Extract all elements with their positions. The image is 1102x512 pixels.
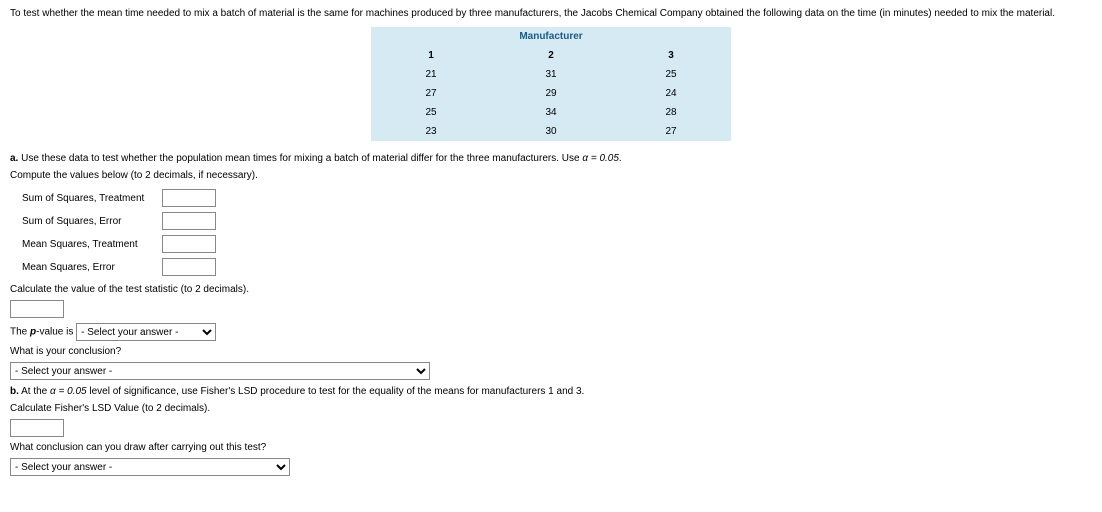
part-b-letter: b. <box>10 386 19 397</box>
cell: 25 <box>611 65 731 84</box>
compute-instruction: Compute the values below (to 2 decimals,… <box>10 170 1092 181</box>
part-b-prompt: b. At the α = 0.05 level of significance… <box>10 386 1092 397</box>
data-table-wrap: Manufacturer 1 2 3 21 31 25 27 29 24 25 … <box>10 27 1092 141</box>
input-ms-treatment[interactable] <box>162 235 216 253</box>
part-a-alpha: α = 0.05 <box>582 153 619 164</box>
lsd-instruction: Calculate Fisher's LSD Value (to 2 decim… <box>10 403 1092 414</box>
table-row: 23 30 27 <box>371 122 731 141</box>
cell: 31 <box>491 65 611 84</box>
cell: 21 <box>371 65 491 84</box>
conclusion-question: What is your conclusion? <box>10 346 1092 357</box>
table-row: 21 31 25 <box>371 65 731 84</box>
part-a-text: Use these data to test whether the popul… <box>18 153 582 164</box>
label-ss-treatment: Sum of Squares, Treatment <box>22 193 162 204</box>
cell: 23 <box>371 122 491 141</box>
cell: 27 <box>611 122 731 141</box>
col-h-1: 1 <box>371 46 491 65</box>
input-lsd-value[interactable] <box>10 419 64 437</box>
pvalue-prefix: The <box>10 327 30 338</box>
input-test-statistic[interactable] <box>10 300 64 318</box>
final-conclusion-question: What conclusion can you draw after carry… <box>10 442 1092 453</box>
part-b-text2: level of significance, use Fisher's LSD … <box>87 386 585 397</box>
cell: 29 <box>491 84 611 103</box>
cell: 25 <box>371 103 491 122</box>
test-stat-instruction: Calculate the value of the test statisti… <box>10 284 1092 295</box>
select-conclusion-a[interactable]: - Select your answer - <box>10 362 430 380</box>
pvalue-line: The p-value is - Select your answer - <box>10 323 1092 341</box>
cell: 34 <box>491 103 611 122</box>
label-ms-treatment: Mean Squares, Treatment <box>22 239 162 250</box>
manufacturer-table: Manufacturer 1 2 3 21 31 25 27 29 24 25 … <box>371 27 731 141</box>
input-ss-error[interactable] <box>162 212 216 230</box>
select-conclusion-b[interactable]: - Select your answer - <box>10 458 290 476</box>
input-ss-treatment[interactable] <box>162 189 216 207</box>
part-a-prompt: a. Use these data to test whether the po… <box>10 153 1092 164</box>
col-h-3: 3 <box>611 46 731 65</box>
intro-text: To test whether the mean time needed to … <box>10 8 1092 19</box>
pvalue-suffix: -value is <box>36 327 76 338</box>
cell: 28 <box>611 103 731 122</box>
label-ms-error: Mean Squares, Error <box>22 262 162 273</box>
select-pvalue[interactable]: - Select your answer - <box>76 323 216 341</box>
cell: 30 <box>491 122 611 141</box>
cell: 24 <box>611 84 731 103</box>
part-a-period: . <box>619 153 622 164</box>
table-col-headers: 1 2 3 <box>371 46 731 65</box>
cell: 27 <box>371 84 491 103</box>
table-title: Manufacturer <box>371 27 731 46</box>
input-ms-error[interactable] <box>162 258 216 276</box>
part-b-text1: At the <box>19 386 50 397</box>
label-ss-error: Sum of Squares, Error <box>22 216 162 227</box>
metrics-block: Sum of Squares, Treatment Sum of Squares… <box>22 189 1092 276</box>
table-row: 25 34 28 <box>371 103 731 122</box>
part-b-alpha: α = 0.05 <box>50 386 87 397</box>
table-row: 27 29 24 <box>371 84 731 103</box>
col-h-2: 2 <box>491 46 611 65</box>
